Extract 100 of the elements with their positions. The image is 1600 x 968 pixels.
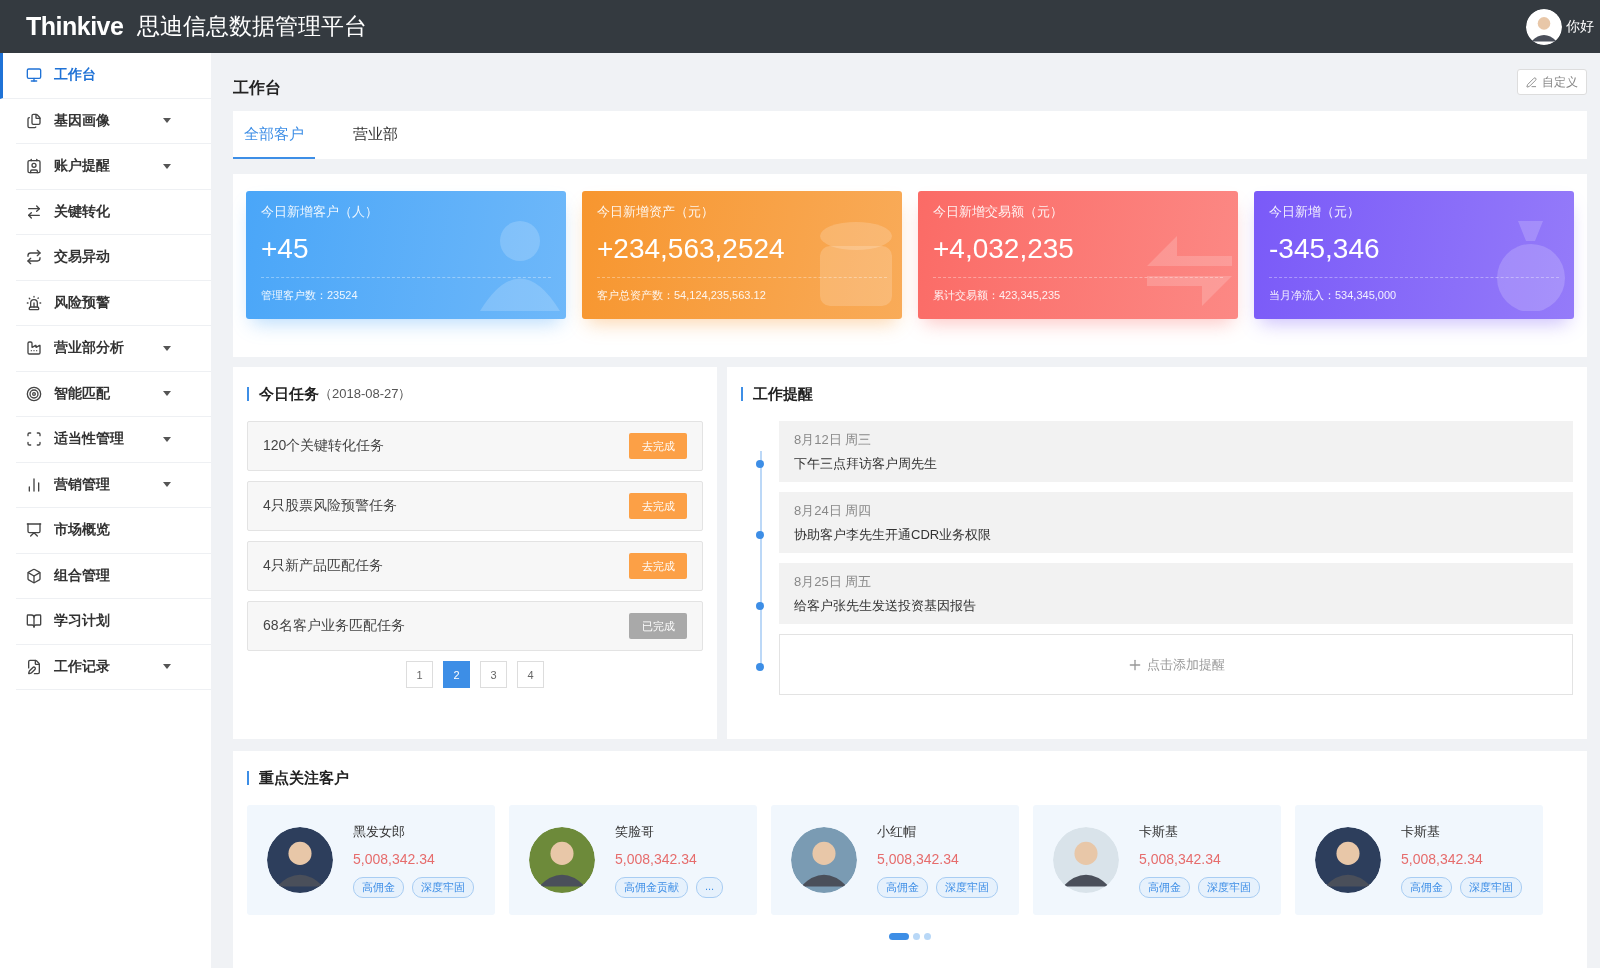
sidebar-item[interactable]: 工作台 bbox=[0, 53, 211, 99]
sidebar-item[interactable]: 营销管理 bbox=[16, 462, 211, 508]
sidebar-item-label: 适当性管理 bbox=[54, 430, 125, 449]
sidebar-item-label: 风险预警 bbox=[54, 293, 111, 312]
customer-name: 卡斯基 bbox=[1139, 822, 1179, 841]
customer-tag: ... bbox=[696, 876, 724, 898]
stat-title: 今日新增资产（元） bbox=[597, 203, 715, 221]
avatar bbox=[1053, 827, 1119, 893]
customer-amount: 5,008,342.34 bbox=[1139, 850, 1222, 867]
tab[interactable]: 全部客户 bbox=[233, 111, 315, 159]
sidebar-item-label: 营业部分析 bbox=[54, 339, 125, 358]
caret-icon bbox=[163, 664, 171, 670]
book-icon bbox=[26, 613, 42, 630]
customer-amount: 5,008,342.34 bbox=[615, 850, 698, 867]
customer-name: 黑发女郎 bbox=[353, 822, 406, 841]
stat-value: -345,346 bbox=[1269, 233, 1559, 278]
sidebar-item-label: 工作记录 bbox=[54, 657, 111, 676]
sidebar-item[interactable]: 适当性管理 bbox=[16, 417, 211, 463]
sidebar-item[interactable]: 基因画像 bbox=[16, 98, 211, 144]
task-date: （2018-08-27） bbox=[319, 385, 412, 403]
customer-card[interactable]: 卡斯基 5,008,342.34 高佣金 深度牢固 bbox=[1295, 805, 1543, 915]
sidebar-item[interactable]: 交易异动 bbox=[16, 235, 211, 281]
stat-footer: 当月净流入：534,345,000 bbox=[1269, 288, 1559, 303]
avatar bbox=[529, 827, 595, 893]
avatar bbox=[791, 827, 857, 893]
carousel-dot[interactable] bbox=[913, 933, 920, 940]
stat-title: 今日新增（元） bbox=[1269, 203, 1361, 221]
sidebar-item[interactable]: 智能匹配 bbox=[16, 371, 211, 417]
stat-footer: 客户总资产数：54,124,235,563.12 bbox=[597, 288, 887, 303]
customer-amount: 5,008,342.34 bbox=[1401, 850, 1484, 867]
sidebar-item[interactable]: 学习计划 bbox=[16, 599, 211, 645]
page-button[interactable]: 1 bbox=[406, 661, 433, 688]
customer-amount: 5,008,342.34 bbox=[353, 850, 436, 867]
caret-icon bbox=[163, 482, 171, 488]
customer-card[interactable]: 笑脸哥 5,008,342.34 高佣金贡献 ... bbox=[509, 805, 757, 915]
sidebar-item[interactable]: 市场概览 bbox=[16, 508, 211, 554]
page-button[interactable]: 3 bbox=[480, 661, 507, 688]
repeat-icon bbox=[26, 249, 42, 266]
caret-icon bbox=[163, 345, 171, 351]
reminder-date: 8月24日 周四 bbox=[794, 502, 873, 520]
carousel-dot[interactable] bbox=[924, 933, 931, 940]
target-icon bbox=[26, 385, 42, 402]
customer-tag: 深度牢固 bbox=[412, 876, 474, 898]
sidebar-item[interactable]: 工作记录 bbox=[16, 644, 211, 690]
user-greeting[interactable]: 你好 bbox=[1566, 17, 1594, 36]
sidebar-item[interactable]: 组合管理 bbox=[16, 553, 211, 599]
timeline-dot bbox=[756, 602, 764, 610]
factory-icon bbox=[26, 340, 42, 357]
customer-tag: 高佣金 bbox=[877, 876, 928, 898]
monitor-icon bbox=[26, 67, 42, 84]
caret-icon bbox=[163, 391, 171, 397]
cube-icon bbox=[26, 567, 42, 584]
caret-icon bbox=[163, 118, 171, 124]
avatar bbox=[1315, 827, 1381, 893]
app-title: 思迪信息数据管理平台 bbox=[137, 12, 369, 41]
sidebar-item[interactable]: 风险预警 bbox=[16, 280, 211, 326]
pen-icon bbox=[1526, 76, 1537, 88]
sidebar-item[interactable]: 账户提醒 bbox=[16, 144, 211, 190]
scan-frame-icon bbox=[26, 431, 42, 448]
stat-title: 今日新增交易额（元） bbox=[933, 203, 1064, 221]
page-button[interactable]: 4 bbox=[517, 661, 544, 688]
swap-arrows-icon bbox=[26, 203, 42, 220]
siren-icon bbox=[26, 294, 42, 311]
stat-value: +234,563,2524 bbox=[597, 233, 887, 278]
customer-tag: 高佣金 bbox=[1139, 876, 1190, 898]
files-icon bbox=[26, 112, 42, 129]
customer-name: 卡斯基 bbox=[1401, 822, 1441, 841]
timeline-dot bbox=[756, 663, 764, 671]
caret-icon bbox=[163, 436, 171, 442]
reminder-date: 8月12日 周三 bbox=[794, 431, 873, 449]
customize-button[interactable]: 自定义 bbox=[1517, 69, 1587, 95]
task-label: 68名客户业务匹配任务 bbox=[263, 617, 405, 635]
bar-chart-icon bbox=[26, 476, 42, 493]
sidebar-item-label: 智能匹配 bbox=[54, 384, 111, 403]
sidebar-item-label: 基因画像 bbox=[54, 111, 111, 130]
sidebar-item-label: 账户提醒 bbox=[54, 157, 111, 176]
contact-card-icon bbox=[26, 158, 42, 175]
sidebar-item-label: 组合管理 bbox=[54, 566, 111, 585]
tab[interactable]: 营业部 bbox=[315, 111, 435, 159]
sidebar-item[interactable]: 营业部分析 bbox=[16, 326, 211, 372]
customer-name: 笑脸哥 bbox=[615, 822, 655, 841]
reminder-date: 8月25日 周五 bbox=[794, 573, 873, 591]
caret-icon bbox=[163, 163, 171, 169]
sidebar-item-label: 交易异动 bbox=[54, 248, 111, 267]
sidebar-item-label: 关键转化 bbox=[54, 202, 111, 221]
sidebar-item[interactable]: 关键转化 bbox=[16, 189, 211, 235]
customer-card[interactable]: 黑发女郎 5,008,342.34 高佣金 深度牢固 bbox=[247, 805, 495, 915]
sidebar-item-label: 工作台 bbox=[54, 66, 97, 85]
customer-card[interactable]: 卡斯基 5,008,342.34 高佣金 深度牢固 bbox=[1033, 805, 1281, 915]
timeline-dot bbox=[756, 531, 764, 539]
customer-card[interactable]: 小红帽 5,008,342.34 高佣金 深度牢固 bbox=[771, 805, 1019, 915]
logo: Thinkive bbox=[26, 12, 124, 41]
sidebar-item-label: 学习计划 bbox=[54, 612, 111, 631]
sidebar-item-label: 市场概览 bbox=[54, 521, 111, 540]
stat-footer: 管理客户数：23524 bbox=[261, 288, 551, 303]
page-title: 工作台 bbox=[233, 77, 281, 98]
avatar bbox=[267, 827, 333, 893]
section-title: 重点关注客户 bbox=[259, 768, 349, 788]
stat-title: 今日新增客户（人） bbox=[261, 203, 379, 221]
user-avatar bbox=[1526, 8, 1562, 45]
